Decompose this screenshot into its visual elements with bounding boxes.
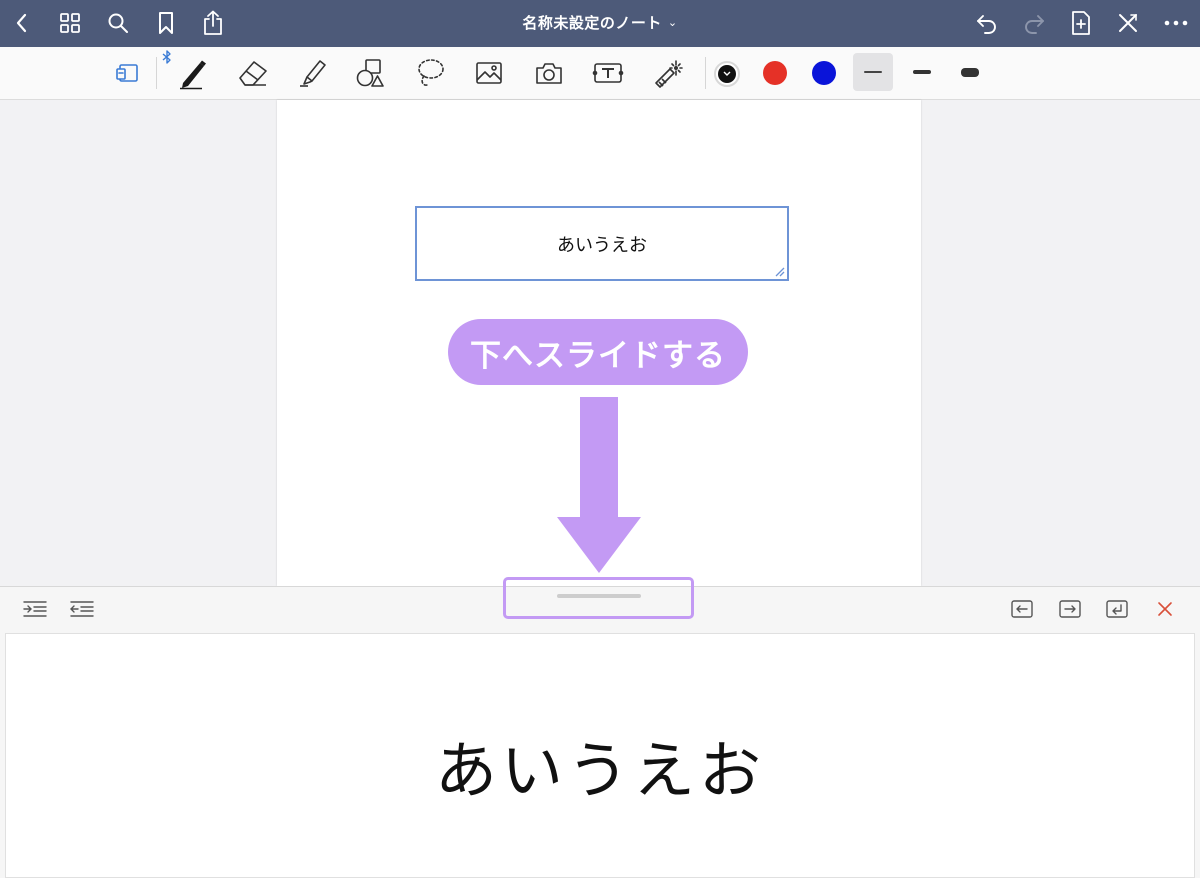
panel-text-editor[interactable]: あいうえお	[5, 633, 1195, 878]
panel-drag-handle[interactable]	[557, 594, 641, 598]
stroke-width-thin[interactable]	[853, 53, 893, 91]
indent-icon[interactable]	[20, 596, 50, 622]
editor-text: あいうえお	[434, 734, 765, 807]
stroke-width-thick[interactable]	[950, 53, 990, 91]
toolbar-divider	[705, 57, 706, 89]
callout-label: 下へスライドする	[448, 319, 748, 385]
pen-icon[interactable]	[174, 56, 210, 90]
drawing-toolbar	[0, 47, 1200, 100]
color-red[interactable]	[763, 61, 787, 85]
view-switch-icon[interactable]	[109, 56, 145, 90]
camera-icon[interactable]	[531, 56, 567, 90]
outdent-icon[interactable]	[67, 596, 97, 622]
color-black[interactable]	[714, 61, 740, 87]
eraser-icon[interactable]	[235, 56, 271, 90]
add-page-icon[interactable]	[1066, 8, 1096, 38]
text-input-panel: あいうえお	[0, 577, 1200, 878]
callout-text: 下へスライドする	[470, 337, 726, 374]
color-blue[interactable]	[812, 61, 836, 85]
medium-line-icon	[913, 70, 931, 74]
chevron-down-icon: ⌄	[667, 16, 678, 29]
close-icon[interactable]	[1150, 596, 1180, 622]
navigation-bar: 名称未設定のノート ⌄	[0, 0, 1200, 47]
color-black-swatch	[718, 65, 736, 83]
shapes-icon[interactable]	[352, 56, 388, 90]
thick-line-icon	[961, 67, 979, 77]
more-icon[interactable]	[1161, 8, 1191, 38]
undo-icon[interactable]	[972, 8, 1002, 38]
return-icon[interactable]	[1102, 596, 1132, 622]
resize-grip-icon[interactable]	[773, 265, 785, 277]
lasso-icon[interactable]	[412, 56, 448, 90]
panel-handle-highlight	[503, 577, 694, 619]
chevron-down-icon	[723, 71, 731, 76]
move-left-icon[interactable]	[1007, 596, 1037, 622]
note-title-text: 名称未設定のノート	[522, 14, 662, 32]
textbox-text: あいうえお	[557, 234, 647, 256]
highlighter-icon[interactable]	[294, 56, 330, 90]
text-tool-icon[interactable]	[590, 56, 626, 90]
toolbar-divider	[156, 57, 157, 89]
down-arrow-icon	[557, 397, 641, 573]
close-toolbar-icon[interactable]	[1113, 8, 1143, 38]
redo-icon[interactable]	[1019, 8, 1049, 38]
bluetooth-icon	[160, 49, 174, 65]
stroke-width-medium[interactable]	[902, 53, 942, 91]
canvas-textbox[interactable]: あいうえお	[415, 206, 789, 281]
image-icon[interactable]	[471, 56, 507, 90]
laser-pointer-icon[interactable]	[650, 56, 686, 90]
panel-toolbar	[0, 577, 1200, 632]
move-right-icon[interactable]	[1055, 596, 1085, 622]
thin-line-icon	[864, 71, 882, 73]
